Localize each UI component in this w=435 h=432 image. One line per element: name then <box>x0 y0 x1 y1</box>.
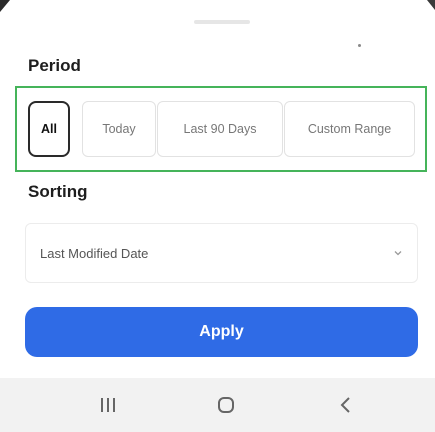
period-option-all[interactable]: All <box>28 101 70 157</box>
drag-handle[interactable] <box>194 20 250 24</box>
period-title: Period <box>28 56 81 75</box>
sorting-dropdown[interactable]: Last Modified Date <box>25 223 418 283</box>
screen-corner-right <box>427 0 435 10</box>
system-navigation-bar <box>0 378 435 432</box>
back-icon[interactable] <box>326 390 366 420</box>
home-icon[interactable] <box>206 390 246 420</box>
chevron-down-icon <box>394 251 402 256</box>
period-option-custom-range[interactable]: Custom Range <box>284 101 415 157</box>
sorting-title: Sorting <box>28 182 88 201</box>
screen-corner-left <box>0 0 10 12</box>
filter-bottom-sheet: Period All Today Last 90 Days Custom Ran… <box>0 0 435 432</box>
period-options-group: All Today Last 90 Days Custom Range <box>15 86 427 172</box>
sorting-selected-value: Last Modified Date <box>40 245 149 261</box>
period-option-last-90-days[interactable]: Last 90 Days <box>157 101 283 157</box>
apply-button[interactable]: Apply <box>25 307 418 357</box>
indicator-dot <box>358 44 361 47</box>
period-option-today[interactable]: Today <box>82 101 156 157</box>
recent-apps-icon[interactable] <box>88 390 128 420</box>
